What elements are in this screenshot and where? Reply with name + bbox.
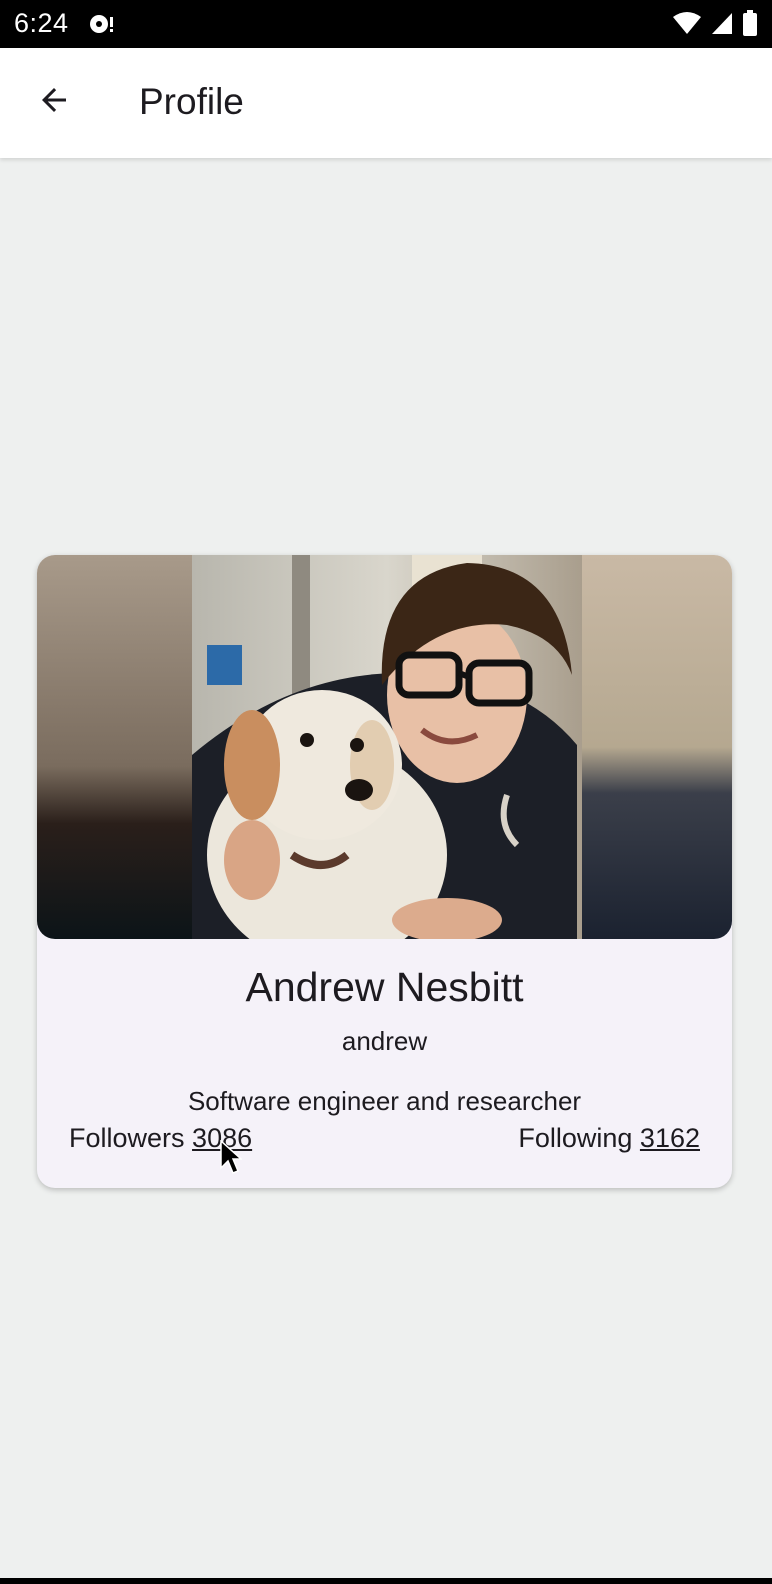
followers-label: Followers (69, 1123, 185, 1153)
page-title: Profile (139, 81, 244, 122)
following-stat: Following 3162 (518, 1123, 700, 1154)
profile-photo (37, 555, 732, 939)
following-count-link[interactable]: 3162 (640, 1123, 700, 1153)
following-label: Following (518, 1123, 633, 1153)
profile-card: Andrew Nesbitt andrew Software engineer … (37, 555, 732, 1188)
cellular-signal-icon (710, 11, 734, 40)
wifi-icon (672, 11, 702, 40)
notification-icon (88, 12, 118, 36)
mouse-cursor-icon (220, 1139, 243, 1176)
back-button[interactable] (28, 76, 80, 128)
status-bar: 6:24 (0, 0, 772, 48)
top-app-bar: Profile (0, 48, 772, 158)
status-icons (672, 9, 758, 41)
status-time: 6:24 (14, 8, 69, 38)
navigation-bar (0, 1578, 772, 1584)
profile-name: Andrew Nesbitt (245, 964, 524, 1010)
arrow-back-icon (36, 82, 72, 123)
profile-bio: Software engineer and researcher (187, 1086, 582, 1116)
battery-icon (742, 9, 758, 41)
profile-username: andrew (341, 1026, 428, 1056)
